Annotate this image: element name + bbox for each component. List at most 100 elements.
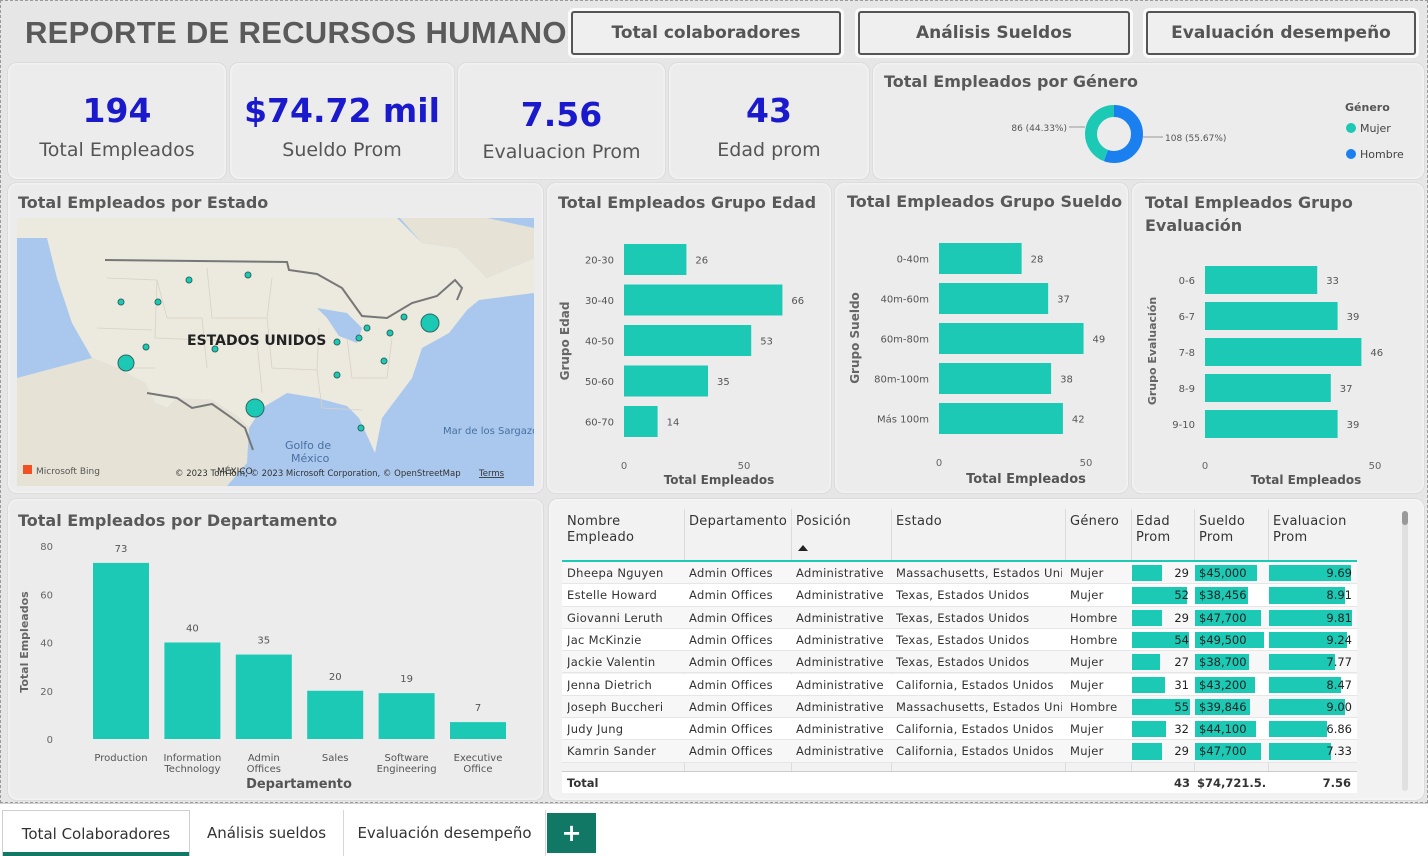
- tab-analisis-sueldos[interactable]: Análisis sueldos: [190, 810, 344, 856]
- table-cell: Joseph Buccheri: [567, 699, 664, 714]
- category-label: 60m-80m: [880, 335, 929, 346]
- bar-50-60[interactable]: [624, 365, 708, 397]
- table-row[interactable]: Judy Jung Admin Offices Administrative I Ca…: [562, 718, 1357, 741]
- table-cell: Admin Offices: [689, 610, 773, 625]
- column-header[interactable]: Evaluacion Prom: [1273, 514, 1354, 558]
- map-bubble[interactable]: [357, 424, 365, 432]
- bar-production[interactable]: [93, 562, 149, 739]
- map-bubble-massachusetts[interactable]: [420, 313, 440, 333]
- category-label: 50-60: [585, 377, 614, 388]
- map-bubble-texas[interactable]: [245, 398, 265, 418]
- bar-40-50[interactable]: [624, 325, 752, 356]
- table-scrollbar-thumb[interactable]: [1402, 511, 1408, 525]
- nav-button-analisis-sueldos[interactable]: Análisis Sueldos: [858, 11, 1130, 55]
- map-bubble[interactable]: [154, 298, 162, 306]
- bar-9-10[interactable]: [1205, 410, 1338, 438]
- edad-x-tick-50: 50: [738, 461, 751, 472]
- add-page-button[interactable]: +: [547, 813, 596, 853]
- table-row[interactable]: Kamrin Sander Admin Offices Administrative…: [562, 740, 1357, 763]
- map-bubble[interactable]: [244, 271, 252, 279]
- bar-8-9[interactable]: [1205, 374, 1331, 402]
- bar-40m-60m[interactable]: [939, 283, 1049, 314]
- bar-admin-offices[interactable]: [235, 654, 292, 739]
- map-bubble[interactable]: [185, 276, 193, 284]
- category-label: 9-10: [1172, 420, 1195, 431]
- table-cell: Estelle Howard: [567, 588, 658, 603]
- map-bubble[interactable]: [380, 357, 388, 365]
- table-row[interactable]: Joseph Buccheri Admin Offices Administrati…: [562, 695, 1357, 719]
- bar-60m-80m[interactable]: [939, 323, 1084, 354]
- bar-7-8[interactable]: [1205, 338, 1362, 366]
- tab-total-colaboradores[interactable]: Total Colaboradores: [2, 810, 190, 856]
- bar-value-label: 49: [1093, 335, 1106, 346]
- bar-60-70[interactable]: [624, 406, 658, 437]
- table-row[interactable]: Estelle Howard Admin Offices Administrativ…: [562, 584, 1357, 607]
- departamento-y-axis-label: Total Empleados: [18, 591, 31, 693]
- bar-30-40[interactable]: [624, 284, 783, 316]
- column-header[interactable]: Edad Prom: [1136, 514, 1191, 558]
- tab-evaluacion-desempeno[interactable]: Evaluación desempeño: [344, 810, 546, 856]
- map-terms-link[interactable]: Terms: [478, 469, 505, 479]
- column-header[interactable]: Sueldo Prom: [1199, 514, 1265, 558]
- bar-80m-100m[interactable]: [939, 363, 1052, 394]
- table-row[interactable]: Jenna Dietrich Admin Offices Administrativ…: [562, 673, 1357, 696]
- y-tick-label: 20: [40, 687, 53, 698]
- map-bubble[interactable]: [117, 298, 125, 306]
- table-cell: Administrative I: [796, 699, 888, 714]
- table-row[interactable]: Jac McKinzie Admin Offices Administrative …: [562, 628, 1357, 652]
- table-cell: 55: [1174, 699, 1189, 714]
- table-cell: $47,700: [1199, 744, 1247, 759]
- map-bubble[interactable]: [363, 324, 371, 332]
- table-cell: 32: [1174, 722, 1189, 737]
- nav-button-evaluacion-desempeno[interactable]: Evaluación desempeño: [1146, 11, 1416, 55]
- column-header[interactable]: Nombre Empleado: [567, 514, 681, 558]
- edad-y-axis-label: Grupo Edad: [558, 302, 572, 381]
- table-row[interactable]: Jackie Valentin Admin Offices Administrati…: [562, 651, 1357, 674]
- map-bubble[interactable]: [400, 313, 408, 321]
- table-cell: $38,700: [1199, 655, 1247, 670]
- map-bubble[interactable]: [333, 338, 341, 346]
- table-cell: 7.77: [1326, 655, 1352, 670]
- map-bubble[interactable]: [333, 371, 341, 379]
- column-header[interactable]: Estado: [896, 514, 1062, 558]
- sort-ascending-icon[interactable]: [798, 545, 808, 551]
- bar-6-7[interactable]: [1205, 302, 1338, 330]
- table-scrollbar[interactable]: [1402, 511, 1408, 791]
- map-bubble-california[interactable]: [117, 354, 135, 372]
- bar-Más 100m[interactable]: [939, 403, 1063, 434]
- legend-swatch-hombre: [1346, 149, 1356, 159]
- kpi-card-evaluacion-prom: 7.56 Evaluacion Prom: [457, 62, 666, 180]
- table-cell: Admin Offices: [689, 699, 773, 714]
- map-bubble[interactable]: [386, 329, 394, 337]
- table-cell: 9.69: [1326, 566, 1352, 580]
- category-label: Information: [163, 753, 221, 764]
- sueldo-chart-card: Total Empleados Grupo Sueldo Grupo Sueld…: [834, 182, 1129, 494]
- column-header-text: Estado: [896, 514, 943, 529]
- legend-label-hombre[interactable]: Hombre: [1360, 148, 1404, 161]
- departamento-chart-card: Total Empleados por Departamento Total E…: [7, 498, 544, 801]
- bar-0-40m[interactable]: [939, 243, 1022, 274]
- table-row[interactable]: Giovanni Leruth Admin Offices Administrati…: [562, 606, 1357, 629]
- category-label: Más 100m: [877, 414, 929, 426]
- table-cell: 9.24: [1326, 632, 1352, 647]
- us-map[interactable]: ESTADOS UNIDOS Golfo de México Mar de lo…: [17, 218, 534, 486]
- map-bubble[interactable]: [142, 343, 150, 351]
- column-header[interactable]: Posición: [796, 514, 888, 558]
- table-row[interactable]: Dheepa Nguyen Admin Offices Administrative…: [562, 562, 1357, 585]
- bar-executive-office[interactable]: [450, 722, 506, 739]
- column-header[interactable]: Departamento: [689, 514, 788, 558]
- kpi-card-sueldo-prom: $74.72 mil Sueldo Prom: [229, 62, 455, 180]
- evaluacion-x-axis-label: Total Empleados: [1251, 473, 1362, 487]
- column-header[interactable]: Género: [1070, 514, 1128, 558]
- map-bubble[interactable]: [355, 334, 363, 342]
- bar-20-30[interactable]: [624, 244, 687, 275]
- legend-label-mujer[interactable]: Mujer: [1360, 122, 1391, 135]
- bar-software-engineering[interactable]: [378, 693, 435, 739]
- total-edad: 43: [1173, 776, 1190, 790]
- bar-0-6[interactable]: [1205, 266, 1318, 294]
- bar-sales[interactable]: [307, 690, 364, 739]
- bar-value-label: 33: [1326, 276, 1339, 287]
- bar-information-technology[interactable]: [164, 642, 221, 740]
- nav-button-total-colaboradores[interactable]: Total colaboradores: [571, 11, 841, 55]
- table-cell: 8.47: [1326, 677, 1352, 692]
